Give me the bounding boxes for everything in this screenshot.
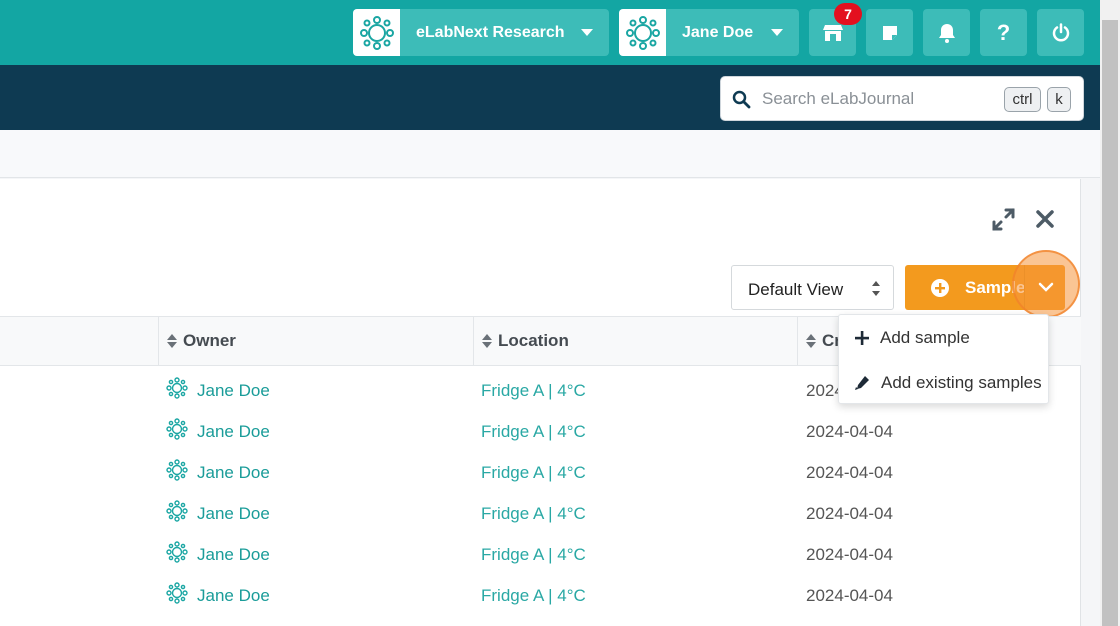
column-separator [473,316,474,366]
created-date: 2024-04-04 [806,421,893,441]
created-date: 2024-04-04 [806,503,893,523]
owner-name[interactable]: Jane Doe [197,545,270,565]
user-avatar-icon [619,9,666,56]
column-separator [797,316,798,366]
close-icon[interactable] [1035,209,1055,229]
location-link[interactable]: Fridge A | 4°C [481,575,586,616]
owner-cell[interactable]: Jane Doe [166,411,270,452]
owner-avatar-icon [166,541,188,568]
shortcut-k-key: k [1047,87,1071,112]
owner-avatar-icon [166,418,188,445]
sort-icon [806,334,816,348]
location-link[interactable]: Fridge A | 4°C [481,534,586,575]
table-row[interactable]: Jane Doe Fridge A | 4°C 2024-04-04 [0,411,1081,452]
breadcrumb-strip [0,130,1100,178]
owner-cell[interactable]: Jane Doe [166,370,270,411]
search-box[interactable]: Search eLabJournal ctrl k [720,76,1084,121]
location-link[interactable]: Fridge A | 4°C [481,493,586,534]
owner-avatar-icon [166,500,188,527]
location-link[interactable]: Fridge A | 4°C [481,411,586,452]
owner-avatar-icon [166,459,188,486]
expand-icon[interactable] [991,207,1016,232]
notes-icon [882,25,897,40]
owner-name[interactable]: Jane Doe [197,504,270,524]
owner-cell[interactable]: Jane Doe [166,452,270,493]
chevron-down-icon [581,29,593,36]
owner-name[interactable]: Jane Doe [197,422,270,442]
column-created[interactable]: Cr [806,317,841,365]
created-date: 2024-04-04 [806,544,893,564]
user-label: Jane Doe [682,23,754,41]
owner-name[interactable]: Jane Doe [197,463,270,483]
owner-name[interactable]: Jane Doe [197,586,270,606]
bell-icon [938,23,955,43]
created-date: 2024-04-04 [806,462,893,482]
help-icon: ? [996,19,1011,45]
sample-dropdown-menu: Add sample Add existing samples [838,314,1049,404]
location-link[interactable]: Fridge A | 4°C [481,452,586,493]
table-row[interactable]: Jane Doe Fridge A | 4°C 2024-04-04 [0,575,1081,616]
logout-button[interactable] [1037,9,1084,56]
shortcut-ctrl-key: ctrl [1004,87,1041,112]
chevron-down-icon [771,29,783,36]
owner-avatar-icon [166,377,188,404]
owner-cell[interactable]: Jane Doe [166,493,270,534]
group-label: eLabNext Research [416,23,565,41]
column-location[interactable]: Location [482,317,569,365]
elab-logo-icon [353,9,400,56]
marketplace-icon [822,24,843,41]
page-scrollbar[interactable] [1100,0,1120,626]
user-menu[interactable]: Jane Doe [619,9,799,56]
sort-icon [167,334,177,348]
sort-updown-icon [872,281,880,296]
chevron-down-icon[interactable] [1038,282,1054,293]
location-link[interactable]: Fridge A | 4°C [481,370,586,411]
search-input[interactable]: Search eLabJournal [762,89,914,109]
table-row[interactable]: Jane Doe Fridge A | 4°C 2024-04-04 [0,493,1081,534]
created-date: 2024-04-04 [806,585,893,605]
pencil-icon [849,375,875,391]
notification-count-badge: 7 [834,3,862,25]
sort-icon [482,334,492,348]
power-icon [1052,22,1069,41]
notifications-button[interactable] [923,9,970,56]
owner-cell[interactable]: Jane Doe [166,575,270,616]
column-separator [158,316,159,366]
menu-item-add-existing-samples[interactable]: Add existing samples [839,362,1050,404]
column-owner[interactable]: Owner [167,317,236,365]
owner-name[interactable]: Jane Doe [197,381,270,401]
menu-item-add-sample[interactable]: Add sample [839,317,1050,359]
owner-cell[interactable]: Jane Doe [166,534,270,575]
owner-avatar-icon [166,582,188,609]
view-select[interactable]: Default View [731,265,894,310]
plus-icon [849,331,875,345]
view-select-value: Default View [748,280,844,299]
table-row[interactable]: Jane Doe Fridge A | 4°C 2024-04-04 [0,534,1081,575]
search-icon [732,90,751,109]
notes-button[interactable] [866,9,913,56]
scrollbar-thumb[interactable] [1102,20,1118,626]
plus-circle-icon [931,279,949,297]
table-row[interactable]: Jane Doe Fridge A | 4°C 2024-04-04 [0,452,1081,493]
group-selector[interactable]: eLabNext Research [353,9,609,56]
help-button[interactable]: ? [980,9,1027,56]
